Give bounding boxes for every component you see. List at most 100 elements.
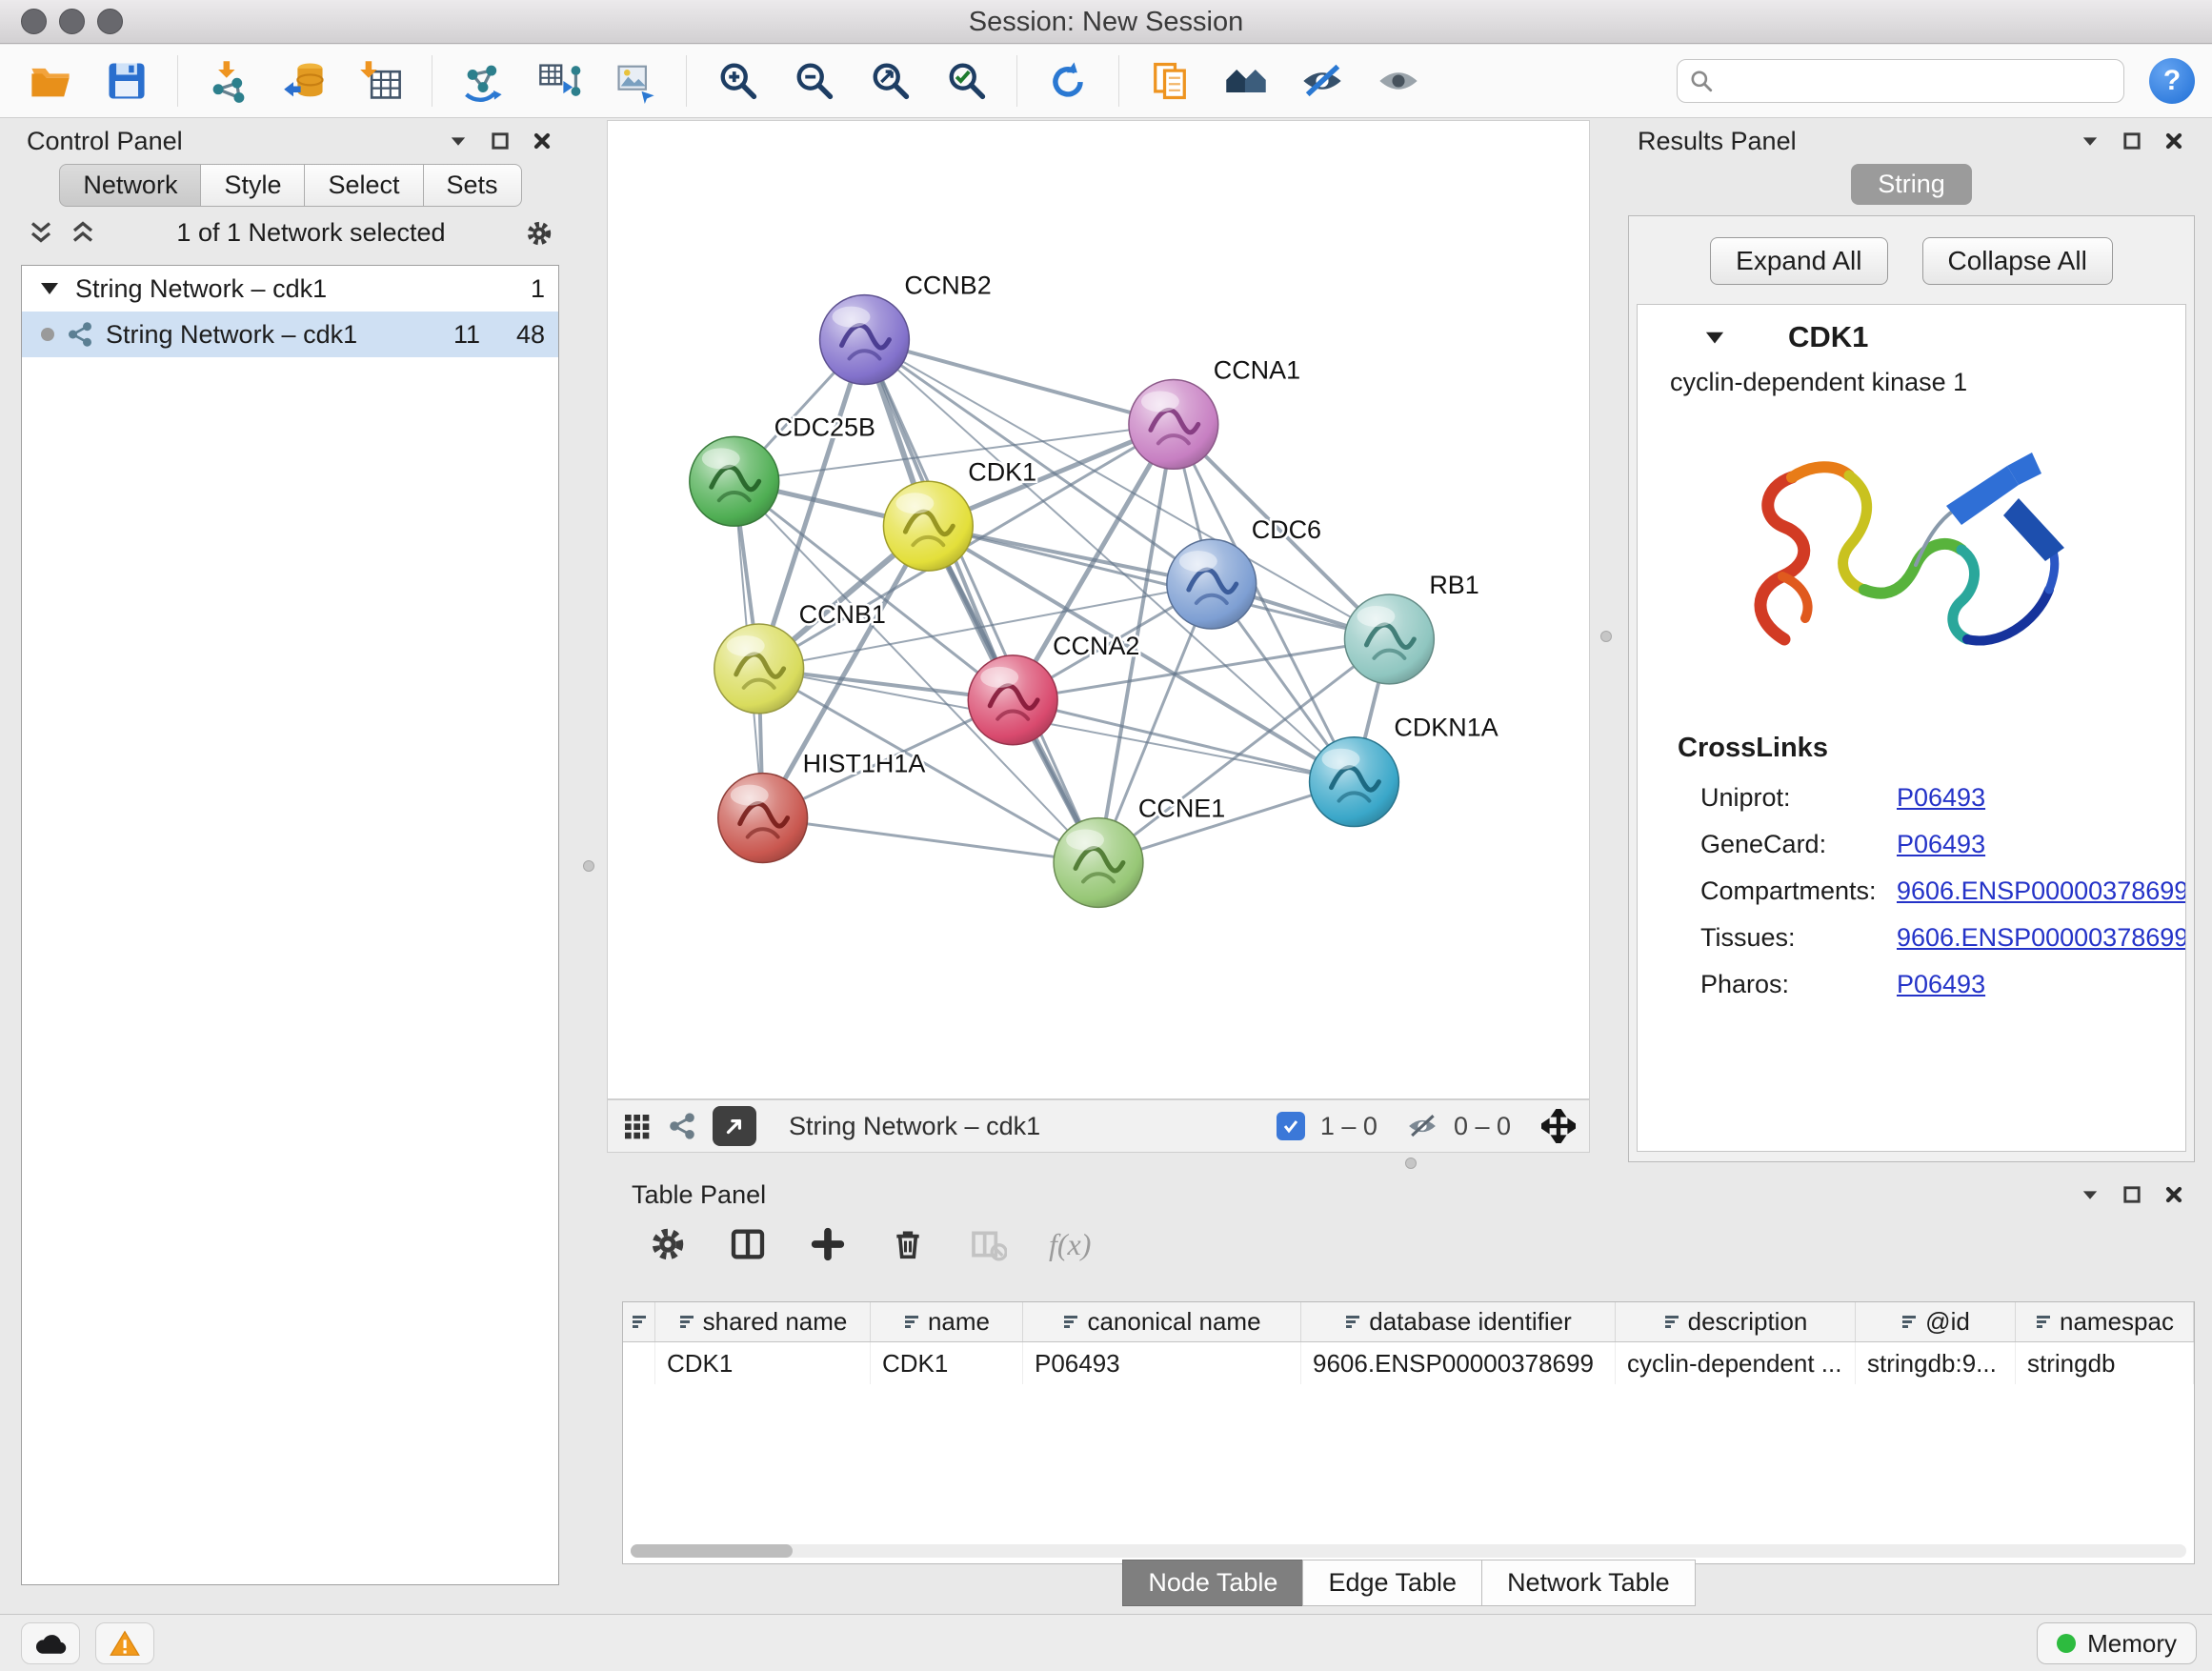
crosslink-link[interactable]: 9606.ENSP00000378699 (1897, 923, 2186, 953)
show-columns-icon[interactable] (729, 1225, 767, 1263)
column-header[interactable]: description (1616, 1302, 1856, 1341)
zoom-in-button[interactable] (704, 51, 771, 111)
tab-style[interactable]: Style (200, 164, 305, 207)
show-all-button[interactable] (1365, 51, 1432, 111)
tab-node-table[interactable]: Node Table (1122, 1560, 1303, 1606)
network-edge[interactable] (763, 818, 1098, 863)
window-zoom-button[interactable] (97, 9, 123, 34)
tab-edge-table[interactable]: Edge Table (1302, 1560, 1482, 1606)
column-header[interactable]: @id (1856, 1302, 2016, 1341)
column-header[interactable]: namespac (2016, 1302, 2194, 1341)
reset-view-button[interactable] (1213, 51, 1279, 111)
collapse-all-button[interactable]: Collapse All (1922, 237, 2113, 285)
splitter-handle[interactable] (1405, 1158, 1417, 1169)
gear-icon[interactable] (649, 1225, 687, 1263)
tree-expander-icon[interactable] (35, 274, 64, 303)
crosslink-link[interactable]: P06493 (1897, 970, 2186, 999)
collapse-all-icon[interactable] (27, 219, 55, 248)
zoom-fit-button[interactable] (856, 51, 923, 111)
network-node-cdk1[interactable] (883, 481, 973, 571)
table-body: CDK1CDK1P064939606.ENSP00000378699cyclin… (623, 1342, 2194, 1384)
network-tools-button[interactable] (450, 51, 516, 111)
panel-float-icon[interactable] (2121, 130, 2143, 152)
grid-view-icon[interactable] (621, 1111, 652, 1141)
column-header[interactable]: name (871, 1302, 1023, 1341)
help-button[interactable]: ? (2149, 58, 2195, 104)
panel-collapse-icon[interactable] (2079, 130, 2101, 152)
birdseye-view-button[interactable] (713, 1106, 756, 1146)
network-node-cdc6[interactable] (1167, 539, 1257, 629)
network-node-ccna1[interactable] (1129, 379, 1218, 469)
network-node-hist1h1a[interactable] (718, 774, 808, 863)
panel-close-icon[interactable] (2162, 1183, 2185, 1206)
horizontal-scrollbar[interactable] (631, 1544, 2186, 1558)
panel-float-icon[interactable] (489, 130, 512, 152)
search-input[interactable] (1723, 67, 2112, 96)
crosslink-label: Uniprot: (1700, 783, 1887, 813)
network-node-ccne1[interactable] (1054, 818, 1143, 908)
refresh-layout-button[interactable] (1035, 51, 1101, 111)
column-header[interactable]: canonical name (1023, 1302, 1301, 1341)
crosslink-link[interactable]: P06493 (1897, 830, 2186, 859)
network-row[interactable]: String Network – cdk1 11 48 (22, 312, 558, 357)
network-node-cdc25b[interactable] (690, 436, 779, 526)
table-row[interactable]: CDK1CDK1P064939606.ENSP00000378699cyclin… (623, 1342, 2194, 1384)
network-node-ccnb1[interactable] (714, 624, 804, 714)
add-column-icon[interactable] (809, 1225, 847, 1263)
zoom-selected-button[interactable] (933, 51, 999, 111)
search-box[interactable] (1677, 59, 2124, 103)
splitter-handle[interactable] (1600, 631, 1612, 642)
panel-float-icon[interactable] (2121, 1183, 2143, 1206)
scrollbar-thumb[interactable] (631, 1544, 793, 1558)
entry-expander-icon[interactable] (1702, 325, 1727, 350)
memory-button[interactable]: Memory (2037, 1622, 2197, 1664)
import-network-file-button[interactable] (195, 51, 262, 111)
splitter-handle[interactable] (583, 860, 594, 872)
window-minimize-button[interactable] (59, 9, 85, 34)
network-canvas[interactable]: CCNB2CCNA1CDC25BCDK1CDC6RB1CCNB1CCNA2CDK… (607, 120, 1590, 1099)
window-close-button[interactable] (21, 9, 47, 34)
save-session-button[interactable] (93, 51, 160, 111)
open-session-button[interactable] (17, 51, 84, 111)
sort-icon (1663, 1307, 1680, 1337)
network-edge[interactable] (864, 340, 1098, 863)
panel-close-icon[interactable] (2162, 130, 2185, 152)
show-documentation-button[interactable] (1136, 51, 1203, 111)
zoom-out-button[interactable] (780, 51, 847, 111)
delete-column-icon[interactable] (889, 1225, 927, 1263)
collection-count: 1 (492, 274, 545, 304)
network-node-cdkn1a[interactable] (1310, 737, 1399, 827)
panel-close-icon[interactable] (531, 130, 553, 152)
results-panel-title: Results Panel (1638, 127, 1797, 156)
column-header[interactable]: database identifier (1301, 1302, 1616, 1341)
crosslink-link[interactable]: P06493 (1897, 783, 2186, 813)
network-node-ccna2[interactable] (968, 655, 1057, 745)
column-header[interactable]: shared name (655, 1302, 871, 1341)
tab-select[interactable]: Select (304, 164, 423, 207)
cloud-status-button[interactable] (21, 1622, 80, 1664)
network-view-indicator (41, 328, 54, 341)
function-builder-icon[interactable]: f(x) (1049, 1227, 1091, 1262)
network-node-rb1[interactable] (1344, 594, 1434, 684)
export-image-button[interactable] (602, 51, 669, 111)
panel-collapse-icon[interactable] (447, 130, 470, 152)
panel-collapse-icon[interactable] (2079, 1183, 2101, 1206)
gear-icon[interactable] (525, 219, 553, 248)
import-network-database-button[interactable] (271, 51, 338, 111)
create-network-from-table-button[interactable] (526, 51, 593, 111)
share-network-icon[interactable] (667, 1111, 697, 1141)
hide-selected-button[interactable] (1289, 51, 1356, 111)
warnings-button[interactable] (95, 1622, 154, 1664)
network-collection-row[interactable]: String Network – cdk1 1 (22, 266, 558, 312)
tab-sets[interactable]: Sets (423, 164, 522, 207)
fit-content-crosshair-icon[interactable] (1541, 1109, 1576, 1143)
tab-network[interactable]: Network (59, 164, 201, 207)
expand-all-button[interactable]: Expand All (1710, 237, 1887, 285)
import-table-file-button[interactable] (348, 51, 414, 111)
tab-network-table[interactable]: Network Table (1481, 1560, 1696, 1606)
crosslink-link[interactable]: 9606.ENSP00000378699 (1897, 876, 2186, 906)
expand-all-icon[interactable] (69, 219, 97, 248)
tab-string[interactable]: String (1851, 164, 1972, 205)
network-node-ccnb2[interactable] (820, 295, 910, 385)
selected-checkbox[interactable] (1277, 1112, 1305, 1140)
